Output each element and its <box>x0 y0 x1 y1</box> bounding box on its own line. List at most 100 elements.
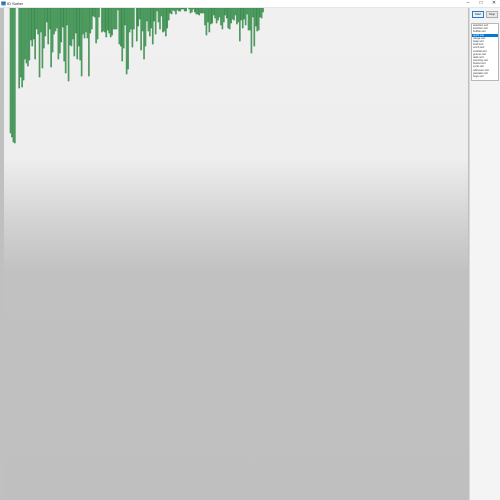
bar <box>18 8 21 89</box>
bar <box>252 8 254 18</box>
bar <box>253 8 256 47</box>
bar <box>24 8 26 60</box>
bar <box>131 8 134 48</box>
maximize-button[interactable]: □ <box>475 0 487 7</box>
bar <box>135 8 138 42</box>
bar <box>207 8 209 23</box>
bar <box>127 8 129 70</box>
bar <box>60 8 63 43</box>
bar <box>262 8 264 13</box>
bar <box>150 8 153 29</box>
bar <box>169 8 171 14</box>
bar <box>35 8 38 30</box>
bar <box>215 8 218 24</box>
bar <box>243 8 245 20</box>
bar <box>21 8 23 88</box>
bar <box>172 8 174 11</box>
algorithm-listbox[interactable]: selection sort insertion sort bubble sort q… <box>471 23 499 81</box>
bar <box>101 8 103 33</box>
bar <box>166 8 169 29</box>
bar <box>140 8 142 51</box>
stop-button[interactable]: Stop <box>486 11 498 18</box>
bar <box>147 8 150 32</box>
bar <box>210 8 212 25</box>
bar <box>120 8 122 47</box>
app-icon <box>1 1 6 6</box>
bar <box>117 8 119 11</box>
bar <box>30 8 32 41</box>
bar <box>192 8 195 10</box>
bar <box>108 8 110 34</box>
bar <box>180 8 183 10</box>
minimize-button[interactable]: – <box>462 0 474 7</box>
bar <box>102 8 105 32</box>
bar <box>47 8 50 45</box>
bar <box>167 8 170 21</box>
bar <box>37 8 39 35</box>
bar <box>125 8 128 75</box>
bar <box>34 8 36 60</box>
bar <box>239 8 241 42</box>
bar <box>128 8 131 33</box>
bar <box>250 8 253 54</box>
bar <box>227 8 230 29</box>
bar <box>118 8 121 45</box>
bar <box>98 8 100 18</box>
bar <box>160 8 163 17</box>
bar <box>195 8 198 15</box>
bar <box>44 8 47 37</box>
bar <box>208 8 211 33</box>
bar <box>162 8 164 33</box>
bar <box>157 8 160 23</box>
bar <box>236 8 238 25</box>
close-button[interactable]: ✕ <box>488 0 500 7</box>
bar <box>92 8 95 17</box>
bar <box>205 8 208 36</box>
algorithm-list-item[interactable]: bogo sort <box>472 75 498 78</box>
bar <box>196 8 199 15</box>
bar <box>198 8 200 16</box>
bar <box>69 8 71 46</box>
bar <box>225 8 228 19</box>
bar <box>151 8 154 45</box>
bar <box>246 8 248 15</box>
bar <box>43 8 45 49</box>
bar <box>228 8 231 30</box>
bar <box>67 8 70 82</box>
bar <box>141 8 144 32</box>
bar <box>104 8 106 33</box>
bar <box>54 8 57 32</box>
bar <box>85 8 87 33</box>
bar <box>234 8 237 16</box>
bar <box>188 8 190 10</box>
bar <box>260 8 263 19</box>
bar <box>185 8 187 12</box>
side-panel: Start Stop selection sort insertion sort b… <box>469 8 500 500</box>
bar <box>109 8 112 38</box>
bar <box>176 8 179 11</box>
bar <box>66 8 68 26</box>
bar <box>249 8 251 31</box>
bar <box>45 8 48 23</box>
start-button[interactable]: Start <box>472 11 484 18</box>
bar <box>133 8 135 30</box>
bar <box>201 8 203 14</box>
bar <box>194 8 196 13</box>
bar <box>48 8 51 30</box>
bar <box>121 8 124 62</box>
bar <box>179 8 182 12</box>
bar <box>144 8 147 47</box>
bar <box>38 8 41 78</box>
bar <box>25 8 28 64</box>
bar <box>204 8 206 26</box>
bar <box>220 8 222 26</box>
bar <box>211 8 214 24</box>
bar <box>82 8 84 35</box>
bar <box>111 8 113 36</box>
bar <box>83 8 86 39</box>
bar <box>170 8 173 15</box>
bar <box>178 8 180 12</box>
bar <box>75 8 77 34</box>
bar <box>90 8 93 30</box>
bar <box>224 8 227 16</box>
